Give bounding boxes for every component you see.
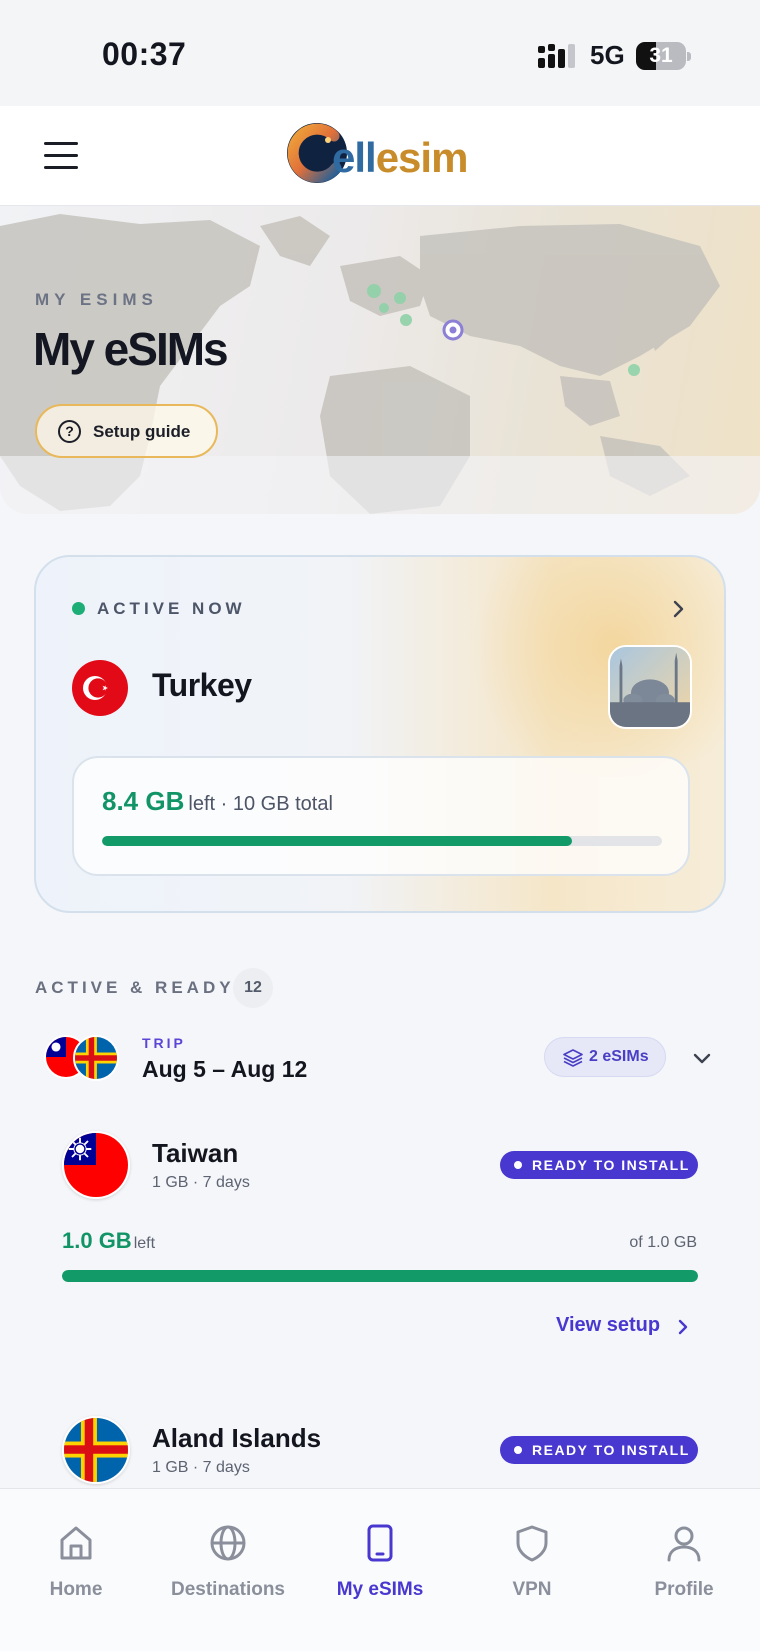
trip-label: TRIP	[142, 1035, 186, 1051]
turkey-flag-icon	[72, 660, 128, 716]
esim-plan-details: 1 GB · 7 days	[152, 1174, 250, 1191]
trip-badge-label: 2 eSIMs	[589, 1048, 649, 1065]
status-time: 00:37	[102, 36, 187, 72]
network-type: 5G	[590, 40, 625, 70]
page-title: My eSIMs	[33, 323, 229, 375]
data-left-value: 8.4 GB	[102, 786, 185, 816]
signal-icon	[538, 44, 575, 68]
app-header: ellesim	[0, 106, 760, 206]
esim-usage-fill	[62, 1270, 698, 1282]
view-setup-label: View setup	[556, 1314, 661, 1336]
section-count-badge: 12	[233, 968, 273, 1008]
hero-eyebrow: MY ESIMS	[35, 290, 158, 309]
active-esim-card[interactable]: ACTIVE NOW Turkey 8.4 GB left · 10 GB tot…	[34, 555, 726, 913]
status-badge-label: READY TO INSTALL	[532, 1157, 690, 1173]
esim-country-name: Taiwan	[152, 1138, 239, 1168]
hero-banner: MY ESIMS My eSIMs ? Setup guide	[0, 206, 760, 514]
nav-my-esims[interactable]: My eSIMs	[304, 1489, 456, 1609]
help-circle-icon: ?	[58, 420, 81, 443]
battery-icon: 31	[636, 42, 686, 70]
chevron-down-icon[interactable]	[690, 1046, 714, 1070]
active-country-name: Turkey	[152, 667, 252, 703]
active-usage-box: 8.4 GB left · 10 GB total	[72, 756, 690, 876]
nav-vpn[interactable]: VPN	[456, 1489, 608, 1609]
esim-data-left: 1.0 GB left	[62, 1228, 155, 1254]
setup-guide-label: Setup guide	[93, 422, 191, 441]
active-status-label: ACTIVE NOW	[97, 599, 246, 618]
trip-group-row[interactable]: TRIP Aug 5 – Aug 12 2 eSIMs	[0, 1030, 760, 1120]
hamburger-menu-icon[interactable]	[40, 134, 84, 178]
user-icon	[667, 1526, 701, 1562]
globe-icon	[210, 1525, 246, 1561]
chevron-right-icon[interactable]	[666, 597, 690, 621]
home-icon	[60, 1526, 92, 1560]
view-setup-link[interactable]: View setup	[556, 1312, 696, 1342]
nav-vpn-label: VPN	[512, 1579, 552, 1600]
layers-icon	[563, 1049, 583, 1067]
battery-cap	[687, 52, 691, 61]
esim-data-left-suffix: left	[133, 1235, 156, 1252]
aland-flag-icon	[73, 1035, 119, 1081]
data-total-text: left · 10 GB total	[188, 793, 333, 815]
taiwan-flag-icon	[62, 1131, 130, 1199]
active-usage-fill	[102, 836, 573, 846]
status-badge: READY TO INSTALL	[500, 1436, 698, 1464]
trip-esim-count-badge: 2 eSIMs	[544, 1037, 666, 1077]
status-badge: READY TO INSTALL	[500, 1151, 698, 1179]
logo-wordmark: ellesim	[332, 134, 468, 181]
esim-usage-progress	[62, 1270, 698, 1282]
esim-plan-details: 1 GB · 7 days	[152, 1459, 250, 1476]
setup-guide-button[interactable]: ? Setup guide	[35, 404, 218, 458]
aland-flag-icon	[62, 1416, 130, 1484]
active-status-dot	[72, 602, 85, 615]
nav-my-esims-label: My eSIMs	[336, 1579, 424, 1600]
nav-destinations-label: Destinations	[170, 1579, 286, 1600]
esim-country-name: Aland Islands	[152, 1423, 322, 1453]
section-title: ACTIVE & READY	[35, 978, 235, 997]
cellesim-logo: ellesim	[284, 118, 484, 192]
status-bar: 00:37 5G 31	[0, 0, 760, 106]
nav-destinations[interactable]: Destinations	[152, 1489, 304, 1609]
bottom-navigation: Home Destinations My eSIMs VPN Profile	[0, 1488, 760, 1651]
nav-home[interactable]: Home	[0, 1489, 152, 1609]
battery-level: 31	[649, 44, 673, 67]
nav-profile[interactable]: Profile	[608, 1489, 760, 1609]
esim-data-left-value: 1.0 GB	[62, 1228, 132, 1253]
phone-icon	[367, 1524, 393, 1562]
esim-data-total: of 1.0 GB	[629, 1234, 697, 1251]
status-badge-label: READY TO INSTALL	[532, 1442, 690, 1458]
turkey-destination-image	[608, 645, 692, 729]
nav-profile-label: Profile	[654, 1579, 714, 1600]
shield-icon	[516, 1525, 548, 1562]
active-usage-progress	[102, 836, 662, 846]
chevron-right-icon	[678, 1319, 688, 1335]
trip-dates: Aug 5 – Aug 12	[142, 1056, 308, 1082]
nav-home-label: Home	[49, 1579, 103, 1600]
